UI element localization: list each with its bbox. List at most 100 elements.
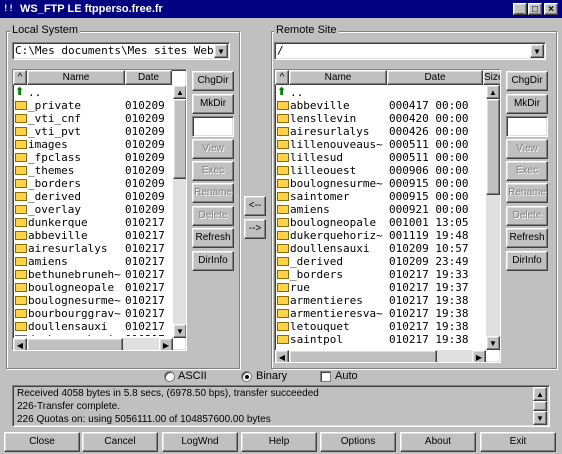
dirinfo-button[interactable]: DirInfo: [192, 251, 234, 271]
list-item[interactable]: _borders 010217 19:33: [275, 268, 486, 281]
exec-button[interactable]: Exec: [192, 161, 234, 181]
local-vscroll[interactable]: ▲ ▼: [173, 85, 186, 338]
list-item[interactable]: ⬆..: [275, 86, 486, 99]
list-item[interactable]: doullensauxi 010217: [13, 320, 172, 333]
remote-hscroll[interactable]: ◀ ▶: [275, 350, 486, 362]
local-column-name[interactable]: Name: [27, 70, 125, 85]
rename-button[interactable]: Rename: [192, 183, 234, 203]
chevron-down-icon[interactable]: ▼: [530, 44, 544, 58]
local-file-list[interactable]: ^ Name Date ⬆.. _private 010209 _vti_cnf 010…: [12, 69, 187, 351]
chgdir-button[interactable]: ChgDir: [192, 71, 234, 91]
list-item[interactable]: _vti_pvt 010209: [13, 125, 172, 138]
list-item[interactable]: _vti_cnf 010209: [13, 112, 172, 125]
remote-column-size[interactable]: Size: [483, 70, 500, 85]
list-item[interactable]: dunkerque 010217: [13, 216, 172, 229]
command-input-box[interactable]: [506, 116, 548, 137]
about-button[interactable]: About: [400, 432, 476, 452]
exec-button[interactable]: Exec: [506, 161, 548, 181]
list-item[interactable]: letouquet 010217 19:38: [275, 320, 486, 333]
cancel-button[interactable]: Cancel: [82, 432, 158, 452]
mkdir-button[interactable]: MkDir: [192, 94, 234, 114]
upload-arrow-button[interactable]: -->: [244, 219, 266, 239]
mkdir-button[interactable]: MkDir: [506, 94, 548, 114]
rename-button[interactable]: Rename: [506, 183, 548, 203]
download-arrow-button[interactable]: <--: [244, 196, 266, 216]
close-button[interactable]: Close: [4, 432, 80, 452]
list-item[interactable]: images 010209: [13, 138, 172, 151]
scroll-left-icon[interactable]: ◀: [275, 350, 289, 362]
list-item[interactable]: _derived 010209 23:49: [275, 255, 486, 268]
local-path-combo[interactable]: C:\Mes documents\Mes sites Web\ ▼: [12, 42, 230, 60]
dirinfo-button[interactable]: DirInfo: [506, 251, 548, 271]
options-button[interactable]: Options: [320, 432, 396, 452]
list-item[interactable]: airesurlalys 010217: [13, 242, 172, 255]
list-item[interactable]: bourbourggrav~ 010217: [13, 307, 172, 320]
chgdir-button[interactable]: ChgDir: [506, 71, 548, 91]
list-item[interactable]: _overlay 010209: [13, 203, 172, 216]
list-item[interactable]: boulogneopale 001001 13:05: [275, 216, 486, 229]
scroll-down-icon[interactable]: ▼: [173, 324, 186, 338]
list-item[interactable]: armentieresva~ 010217 19:38: [275, 307, 486, 320]
sort-up-icon[interactable]: ^: [275, 70, 289, 85]
list-item[interactable]: lillesud 000511 00:00: [275, 151, 486, 164]
maximize-button[interactable]: □: [528, 3, 542, 15]
view-button[interactable]: View: [192, 139, 234, 159]
remote-path-combo[interactable]: / ▼: [274, 42, 546, 60]
title-bar[interactable]: !! WS_FTP LE ftpperso.free.fr _ □ ×: [0, 0, 562, 18]
list-item[interactable]: ⬆..: [13, 86, 172, 99]
list-item[interactable]: abbeville 010217: [13, 229, 172, 242]
ascii-radio[interactable]: [164, 371, 175, 382]
list-item[interactable]: _fpclass 010209: [13, 151, 172, 164]
list-item[interactable]: rue 010217 19:37: [275, 281, 486, 294]
scroll-left-icon[interactable]: ◀: [13, 338, 27, 350]
view-button[interactable]: View: [506, 139, 548, 159]
list-item[interactable]: _private 010209: [13, 99, 172, 112]
list-item[interactable]: boulognesurme~ 010217: [13, 294, 172, 307]
list-item[interactable]: lensllevin 000420 00:00: [275, 112, 486, 125]
remote-scroll-thumb[interactable]: [486, 99, 500, 195]
list-item[interactable]: airesurlalys 000426 00:00: [275, 125, 486, 138]
list-item[interactable]: saintomer 000915 00:00: [275, 190, 486, 203]
help-button[interactable]: Help: [241, 432, 317, 452]
refresh-button[interactable]: Refresh: [192, 228, 234, 248]
scroll-right-icon[interactable]: ▶: [472, 350, 486, 362]
list-item[interactable]: amiens 000921 00:00: [275, 203, 486, 216]
list-item[interactable]: lilleouest 000906 00:00: [275, 164, 486, 177]
log-scroll-thumb[interactable]: [533, 401, 547, 411]
local-column-date[interactable]: Date: [125, 70, 172, 85]
list-item[interactable]: _themes 010209: [13, 164, 172, 177]
scroll-down-icon[interactable]: ▼: [533, 411, 547, 425]
list-item[interactable]: boulognesurme~ 000915 00:00: [275, 177, 486, 190]
remote-column-name[interactable]: Name: [289, 70, 387, 85]
command-input-box[interactable]: [192, 116, 234, 137]
local-hscroll-thumb[interactable]: [27, 338, 123, 350]
remote-hscroll-thumb[interactable]: [289, 350, 437, 362]
scroll-up-icon[interactable]: ▲: [173, 85, 186, 99]
exit-button[interactable]: Exit: [480, 432, 556, 452]
list-item[interactable]: armentieres 010217 19:38: [275, 294, 486, 307]
local-hscroll[interactable]: ◀ ▶: [13, 338, 173, 350]
list-item[interactable]: dukerquehoriz~ 001119 19:48: [275, 229, 486, 242]
list-item[interactable]: amiens 010217: [13, 255, 172, 268]
list-item[interactable]: abbeville 000417 00:00: [275, 99, 486, 112]
list-item[interactable]: doullensauxi 010209 10:57: [275, 242, 486, 255]
scroll-up-icon[interactable]: ▲: [533, 387, 547, 401]
list-item[interactable]: lillenouveaus~ 000511 00:00: [275, 138, 486, 151]
log-area[interactable]: Received 4058 bytes in 5.8 secs, (6978.5…: [12, 385, 550, 427]
minimize-button[interactable]: _: [513, 3, 527, 15]
scroll-right-icon[interactable]: ▶: [159, 338, 173, 350]
delete-button[interactable]: Delete: [192, 206, 234, 226]
list-item[interactable]: _borders 010209: [13, 177, 172, 190]
scroll-up-icon[interactable]: ▲: [486, 85, 500, 99]
logwnd-button[interactable]: LogWnd: [162, 432, 238, 452]
local-scroll-thumb[interactable]: [173, 99, 186, 179]
auto-checkbox[interactable]: [320, 371, 331, 382]
sort-up-icon[interactable]: ^: [13, 70, 27, 85]
list-item[interactable]: dunkerquehori~ 010217: [13, 333, 172, 336]
close-window-button[interactable]: ×: [544, 3, 558, 15]
list-item[interactable]: comines 010217 19:39: [275, 346, 486, 348]
log-vscroll[interactable]: ▲ ▼: [533, 387, 547, 425]
remote-vscroll[interactable]: ▲ ▼: [486, 85, 500, 350]
list-item[interactable]: saintpol 010217 19:38: [275, 333, 486, 346]
refresh-button[interactable]: Refresh: [506, 228, 548, 248]
